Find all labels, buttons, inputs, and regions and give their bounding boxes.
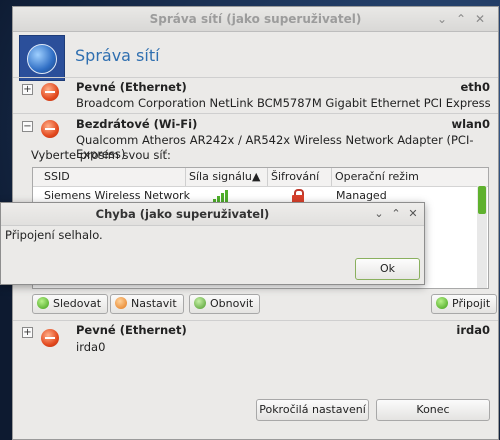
- titlebar[interactable]: Správa sítí (jako superuživatel) ⌄ ⌃ ✕: [13, 7, 498, 32]
- sort-ascending-icon[interactable]: ▲: [252, 170, 260, 183]
- app-header: Správa sítí: [13, 31, 498, 83]
- column-ssid[interactable]: SSID: [44, 170, 70, 183]
- track-button[interactable]: Sledovat: [32, 294, 109, 314]
- dialog-titlebar[interactable]: Chyba (jako superuživatel) ⌄ ⌃ ✕: [1, 203, 424, 226]
- device-interface: wlan0: [451, 117, 490, 131]
- configure-button[interactable]: Nastavit: [110, 294, 184, 314]
- ethernet-device-icon: [41, 329, 59, 347]
- device-description: Broadcom Corporation NetLink BCM5787M Gi…: [76, 96, 491, 110]
- network-ssid: Siemens Wireless Network: [44, 189, 190, 202]
- track-icon: [37, 297, 49, 309]
- connect-button[interactable]: Připojit: [431, 294, 498, 314]
- maximize-icon[interactable]: ⌃: [390, 207, 402, 220]
- refresh-label: Obnovit: [210, 297, 254, 310]
- connect-icon: [436, 297, 448, 309]
- ok-button[interactable]: Ok: [355, 258, 420, 280]
- configure-icon: [115, 297, 127, 309]
- column-mode[interactable]: Operační režim: [335, 170, 419, 183]
- minimize-icon[interactable]: ⌄: [435, 12, 449, 26]
- divider: [13, 113, 498, 114]
- expand-icon[interactable]: +: [22, 327, 33, 338]
- device-interface: irda0: [456, 323, 490, 337]
- vertical-scrollbar[interactable]: [477, 186, 487, 288]
- network-globe-icon: [19, 35, 65, 81]
- dialog-title: Chyba (jako superuživatel): [95, 207, 270, 221]
- window-title: Správa sítí (jako superuživatel): [149, 12, 362, 26]
- minimize-icon[interactable]: ⌄: [373, 207, 385, 220]
- refresh-icon: [194, 297, 206, 309]
- ethernet-device-icon: [41, 83, 59, 101]
- signal-strength-icon: [213, 189, 233, 203]
- column-encryption[interactable]: Šifrování: [271, 170, 319, 183]
- device-row-eth0[interactable]: + Pevné (Ethernet) eth0 Broadcom Corpora…: [13, 79, 498, 115]
- maximize-icon[interactable]: ⌃: [454, 12, 468, 26]
- device-row-wlan0[interactable]: − Bezdrátové (Wi-Fi) wlan0 Qualcomm Athe…: [13, 115, 498, 161]
- network-mode: Managed: [336, 189, 387, 202]
- close-icon[interactable]: ✕: [473, 12, 487, 26]
- network-select-label: Vyberte prosím svou síť:: [31, 148, 171, 162]
- device-interface: eth0: [460, 80, 491, 94]
- column-signal[interactable]: Síla signálu: [189, 170, 252, 183]
- lock-icon: [291, 189, 305, 203]
- collapse-icon[interactable]: −: [22, 121, 33, 132]
- expand-icon[interactable]: +: [22, 84, 33, 95]
- close-icon[interactable]: ✕: [407, 207, 419, 220]
- app-title: Správa sítí: [75, 46, 160, 65]
- device-name: Pevné (Ethernet): [76, 323, 187, 337]
- wifi-device-icon: [41, 120, 59, 138]
- close-button[interactable]: Konec: [376, 399, 490, 421]
- device-description: irda0: [76, 340, 106, 354]
- device-row-irda0[interactable]: + Pevné (Ethernet) irda0 irda0: [13, 321, 498, 357]
- device-name: Pevné (Ethernet): [76, 80, 187, 94]
- network-list-header: SSID Síla signálu ▲ Šifrování Operační r…: [33, 168, 488, 187]
- divider: [13, 77, 498, 78]
- track-label: Sledovat: [53, 297, 102, 310]
- dialog-message: Připojení selhalo.: [5, 228, 103, 242]
- configure-label: Nastavit: [131, 297, 177, 310]
- refresh-button[interactable]: Obnovit: [189, 294, 261, 314]
- device-name: Bezdrátové (Wi-Fi): [76, 117, 198, 131]
- scrollbar-thumb[interactable]: [478, 186, 486, 214]
- connect-label: Připojit: [452, 297, 491, 310]
- error-dialog: Chyba (jako superuživatel) ⌄ ⌃ ✕ Připoje…: [0, 202, 425, 285]
- advanced-settings-button[interactable]: Pokročilá nastavení: [256, 399, 369, 421]
